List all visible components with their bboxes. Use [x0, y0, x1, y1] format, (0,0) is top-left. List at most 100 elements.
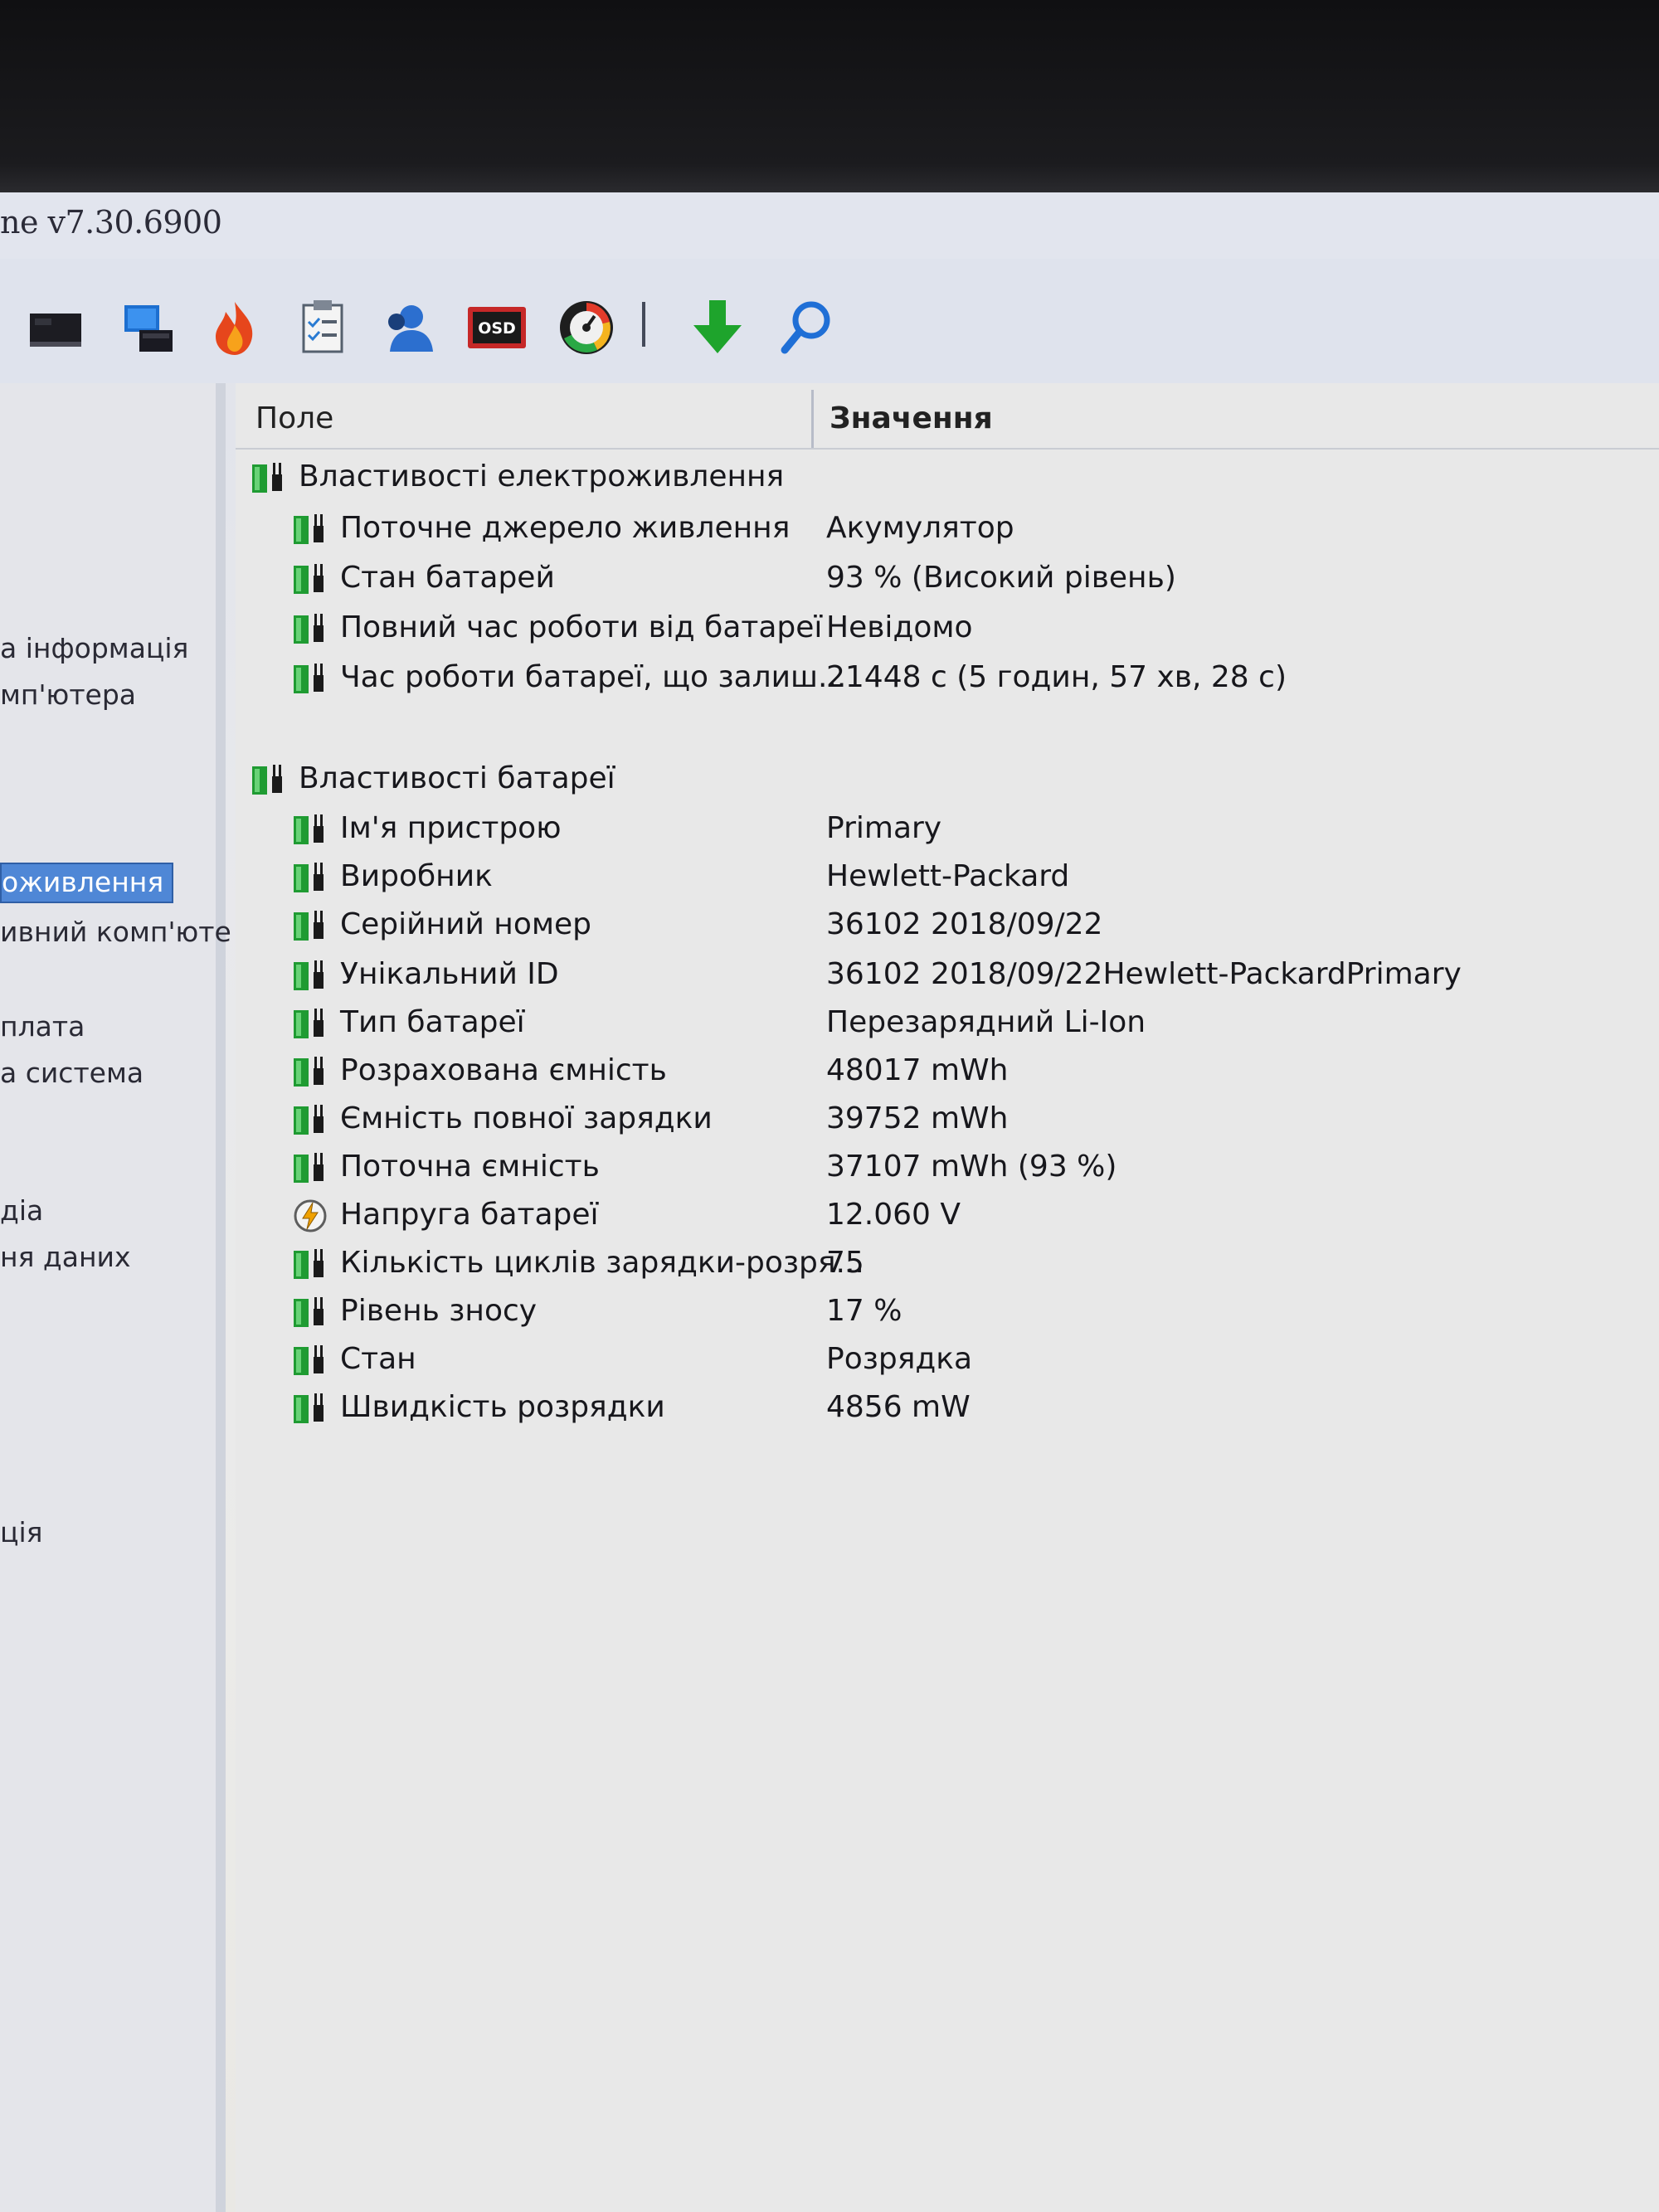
navigation-tree: а інформація мп'ютера оживлення ивний ко… [0, 383, 231, 2212]
group-header-battery-properties[interactable]: Властивості батареї [236, 756, 1659, 803]
field-name: Кількість циклів зарядки-розря... [340, 1246, 864, 1280]
battery-icon [294, 1009, 324, 1038]
battery-icon [294, 1345, 324, 1375]
field-value: 36102 2018/09/22Hewlett-PackardPrimary [826, 957, 1462, 991]
table-row[interactable]: Виробник Hewlett-Packard [236, 854, 1659, 901]
details-panel: Поле Значення Властивості електроживленн… [236, 383, 1659, 2212]
table-row[interactable]: Унікальний ID 36102 2018/09/22Hewlett-Pa… [236, 952, 1659, 999]
field-name: Тип батареї [340, 1005, 525, 1039]
sidebar-item-computer[interactable]: мп'ютера [0, 678, 136, 711]
field-value: 21448 с (5 годин, 57 хв, 28 с) [826, 660, 1287, 694]
sidebar-item-power[interactable]: оживлення [0, 863, 174, 903]
sidebar-item-config[interactable]: ція [0, 1516, 42, 1548]
table-row[interactable]: Швидкість розрядки 4856 mW [236, 1385, 1659, 1432]
field-name: Поточне джерело живлення [340, 511, 791, 545]
field-name: Ємність повної зарядки [340, 1101, 713, 1135]
motherboard-button[interactable] [25, 297, 86, 358]
table-row[interactable]: Кількість циклів зарядки-розря... 75 [236, 1241, 1659, 1287]
field-name: Ім'я пристрою [340, 811, 562, 845]
field-value: Акумулятор [826, 511, 1014, 545]
field-value: Перезарядний Li-Ion [826, 1005, 1146, 1039]
update-button[interactable] [687, 297, 748, 358]
table-row[interactable]: Тип батареї Перезарядний Li-Ion [236, 1000, 1659, 1047]
computer-button[interactable] [118, 297, 179, 358]
field-name: Стан батарей [340, 561, 555, 595]
field-name: Напруга батареї [340, 1198, 599, 1232]
sidebar-item-motherboard[interactable]: плата [0, 1010, 85, 1043]
field-value: 93 % (Високий рівень) [826, 561, 1176, 595]
title-bar: ne v7.30.6900 [0, 192, 1659, 259]
table-row[interactable]: Стан батарей 93 % (Високий рівень) [236, 556, 1659, 602]
field-name: Поточна ємність [340, 1150, 600, 1184]
search-icon [781, 301, 830, 354]
field-name: Серійний номер [340, 907, 592, 941]
field-name: Виробник [340, 859, 493, 893]
table-row[interactable]: Ємність повної зарядки 39752 mWh [236, 1096, 1659, 1143]
table-row[interactable]: Поточна ємність 37107 mWh (93 %) [236, 1145, 1659, 1191]
field-name: Рівень зносу [340, 1294, 538, 1328]
stress-test-button[interactable] [204, 297, 265, 358]
field-value: Hewlett-Packard [826, 859, 1070, 893]
screen-bezel [0, 0, 1659, 192]
sidebar-item-portable-computer[interactable]: ивний комп'юте [0, 916, 231, 948]
field-name: Час роботи батареї, що залиш... [340, 660, 847, 694]
table-row[interactable]: Стан Розрядка [236, 1337, 1659, 1383]
battery-icon [294, 1105, 324, 1135]
sidebar-item-storage[interactable]: ня даних [0, 1241, 131, 1273]
sidebar-item-summary[interactable]: а інформація [0, 632, 188, 664]
table-row[interactable]: Серійний номер 36102 2018/09/22 [236, 902, 1659, 949]
osd-icon: OSD [468, 307, 526, 348]
column-header: Поле Значення [236, 383, 1659, 450]
osd-button[interactable]: OSD [466, 297, 528, 358]
battery-icon [294, 1393, 324, 1423]
report-button[interactable] [292, 297, 353, 358]
battery-icon [294, 911, 324, 941]
field-value: Primary [826, 811, 942, 845]
download-arrow-icon [693, 300, 742, 353]
battery-icon [294, 564, 324, 594]
voltage-icon [294, 1199, 327, 1232]
field-value: Розрядка [826, 1342, 973, 1376]
field-value: 4856 mW [826, 1390, 971, 1424]
battery-icon [294, 664, 324, 693]
battery-icon [252, 765, 282, 795]
table-row[interactable]: Поточне джерело живлення Акумулятор [236, 506, 1659, 552]
field-name: Повний час роботи від батареї [340, 610, 823, 644]
sensor-gauge-button[interactable] [556, 297, 617, 358]
field-name: Унікальний ID [340, 957, 559, 991]
app-window: ne v7.30.6900 OSD а інформація мп'ютера … [0, 192, 1659, 2212]
field-name: Стан [340, 1342, 416, 1376]
sidebar-item-operating-system[interactable]: а система [0, 1057, 144, 1089]
battery-icon [252, 463, 282, 493]
search-button[interactable] [776, 297, 838, 358]
table-row[interactable]: Час роботи батареї, що залиш... 21448 с … [236, 655, 1659, 702]
toolbar: OSD [0, 259, 1659, 383]
column-header-field[interactable]: Поле [255, 401, 333, 435]
motherboard-icon [30, 314, 81, 347]
sidebar-item-multimedia[interactable]: діа [0, 1194, 43, 1227]
battery-icon [294, 514, 324, 544]
battery-icon [294, 814, 324, 844]
table-row[interactable]: Ім'я пристрою Primary [236, 806, 1659, 853]
table-row[interactable]: Розрахована ємність 48017 mWh [236, 1048, 1659, 1095]
table-row[interactable]: Рівень зносу 17 % [236, 1289, 1659, 1335]
field-value: 17 % [826, 1294, 902, 1328]
field-value: 12.060 V [826, 1198, 961, 1232]
column-resize-handle[interactable] [811, 390, 814, 448]
field-value: 36102 2018/09/22 [826, 907, 1103, 941]
battery-icon [294, 863, 324, 892]
field-value: 39752 mWh [826, 1101, 1009, 1135]
group-label: Властивості батареї [299, 761, 615, 795]
table-row[interactable]: Повний час роботи від батареї Невідомо [236, 605, 1659, 652]
battery-icon [294, 960, 324, 990]
table-row[interactable]: Напруга батареї 12.060 V [236, 1193, 1659, 1239]
column-header-value[interactable]: Значення [830, 401, 993, 435]
group-header-power-properties[interactable]: Властивості електроживлення [236, 455, 1659, 501]
field-name: Швидкість розрядки [340, 1390, 665, 1424]
group-label: Властивості електроживлення [299, 459, 785, 493]
battery-icon [294, 1057, 324, 1087]
toolbar-separator [642, 302, 645, 347]
user-button[interactable] [378, 297, 440, 358]
field-name: Розрахована ємність [340, 1053, 667, 1087]
checklist-icon [302, 300, 343, 353]
